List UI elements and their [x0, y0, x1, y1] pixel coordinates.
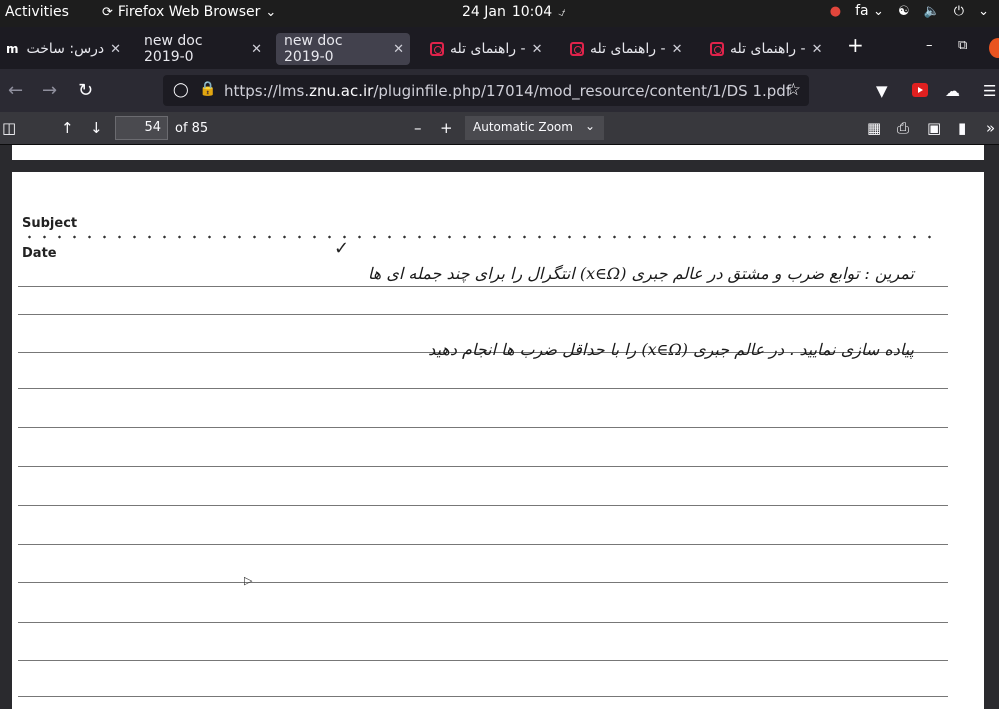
sidebar-toggle-icon[interactable]: ◫ [2, 119, 16, 137]
network-icon[interactable]: ☯ [898, 5, 910, 18]
chevron-down-icon: ⌄ [265, 4, 277, 20]
bookmark-star-icon[interactable]: ☆ [786, 80, 801, 100]
chevron-down-icon[interactable]: ⌄ [978, 5, 989, 18]
ruled-line [18, 314, 948, 315]
gnome-top-bar: Activities ⟳ Firefox Web Browser ⌄ 24 Ja… [0, 0, 999, 27]
power-icon[interactable]: ⏻ [954, 5, 964, 18]
zoom-value: Automatic Zoom [473, 120, 573, 134]
tab-title: راهنمای تله - [730, 41, 806, 57]
clock[interactable]: 24 Jan 10:04 ⍻ [462, 4, 565, 20]
tab-guide-1[interactable]: راهنمای تله - ✕ [418, 33, 550, 65]
ruled-line [18, 696, 948, 697]
bookmark-icon[interactable]: ▮ [958, 119, 966, 137]
chevron-down-icon: ⌄ [873, 4, 884, 19]
minimize-window-icon[interactable]: – [926, 38, 933, 53]
dotted-rule [22, 235, 942, 239]
save-icon[interactable]: ▣ [927, 119, 941, 137]
handwritten-line-2: پیاده سازی نمایید . در عالم جبری (x∈Ω) ر… [428, 340, 914, 359]
forward-arrow-icon[interactable]: → [42, 80, 57, 101]
tab-title: راهنمای تله - [590, 41, 666, 57]
tab-guide-3[interactable]: راهنمای تله - ✕ [698, 33, 830, 65]
url-domain: znu.ac.ir [309, 82, 374, 100]
handwritten-line-1: تمرین : توابع ضرب و مشتق در عالم جبری (x… [367, 264, 914, 283]
tab-title: new doc 2019-0 [284, 33, 343, 65]
page-count-label: of 85 [175, 121, 209, 136]
url-path: /pluginfile.php/17014/mod_resource/conte… [373, 82, 792, 100]
tab-new-doc-1[interactable]: new doc 2019-0 ✕ [136, 33, 268, 65]
app-icon [430, 42, 444, 56]
chevron-down-icon: ⌄ [584, 119, 595, 133]
chrome-icon[interactable]: ● [830, 5, 841, 18]
ruled-line [18, 622, 948, 623]
pdf-toolbar: ◫ ↑ ↓ 54 of 85 – + Automatic Zoom ⌄ ▦ ⎙ … [0, 112, 999, 145]
page-number-input[interactable]: 54 [115, 116, 168, 140]
moodle-icon: m [6, 42, 19, 56]
close-tab-icon[interactable]: ✕ [251, 42, 262, 57]
alarm-bell-icon: ⍻ [558, 4, 566, 20]
url-bar[interactable]: ◯ 🔒 https://lms.znu.ac.ir/pluginfile.php… [163, 75, 809, 106]
firefox-icon: ⟳ [102, 4, 113, 20]
ruled-line [18, 660, 948, 661]
keyboard-layout-label: fa [855, 3, 869, 19]
tab-guide-2[interactable]: راهنمای تله - ✕ [558, 33, 690, 65]
ruled-line [18, 544, 948, 545]
close-tab-icon[interactable]: ✕ [672, 42, 683, 57]
app-icon [570, 42, 584, 56]
activities-button[interactable]: Activities [5, 4, 69, 20]
check-mark: ✓ [334, 238, 350, 259]
ruled-line [18, 388, 948, 389]
close-tab-icon[interactable]: ✕ [110, 42, 121, 57]
back-arrow-icon[interactable]: ← [8, 80, 23, 101]
zoom-in-icon[interactable]: + [440, 119, 453, 137]
zoom-out-icon[interactable]: – [414, 119, 422, 137]
hamburger-menu-icon[interactable]: ☰ [983, 82, 996, 100]
youtube-extension-icon[interactable] [912, 83, 928, 97]
date: 24 Jan [462, 4, 506, 20]
maximize-window-icon[interactable]: ⧉ [958, 38, 967, 53]
keyboard-layout[interactable]: fa ⌄ [855, 3, 884, 19]
system-tray[interactable]: ● fa ⌄ ☯ 🔈 ⏻ ⌄ [830, 3, 989, 19]
url-text[interactable]: https://lms.znu.ac.ir/pluginfile.php/170… [224, 82, 791, 100]
volume-icon[interactable]: 🔈 [924, 5, 940, 18]
mouse-cursor-icon: ▷ [244, 574, 253, 587]
previous-page-icon[interactable]: ↑ [61, 119, 74, 137]
pdf-page: Subject Date ✓ تمرین : توابع ضرب و مشتق … [12, 172, 984, 709]
tab-moodle-course[interactable]: m درس: ساخت ✕ [0, 33, 128, 65]
tab-title: new doc 2019-0 [144, 33, 203, 65]
tracking-shield-icon[interactable]: ◯ [173, 82, 189, 98]
navigation-toolbar: ← → ↻ ◯ 🔒 https://lms.znu.ac.ir/pluginfi… [0, 69, 999, 112]
tab-title: راهنمای تله - [450, 41, 526, 57]
presentation-mode-icon[interactable]: ▦ [867, 119, 881, 137]
ruled-line [18, 427, 948, 428]
tab-new-doc-active[interactable]: new doc 2019-0 ✕ [276, 33, 410, 65]
next-page-icon[interactable]: ↓ [90, 119, 103, 137]
time: 10:04 [511, 4, 553, 20]
reload-icon[interactable]: ↻ [78, 80, 93, 101]
extensions-icon[interactable]: ☁ [945, 82, 960, 100]
tools-chevron-icon[interactable]: » [986, 119, 995, 137]
close-tab-icon[interactable]: ✕ [393, 42, 404, 57]
close-tab-icon[interactable]: ✕ [812, 42, 823, 57]
app-menu[interactable]: ⟳ Firefox Web Browser ⌄ [102, 4, 276, 20]
url-prefix: https://lms. [224, 82, 310, 100]
ruled-line [18, 582, 948, 583]
zoom-select[interactable]: Automatic Zoom ⌄ [465, 116, 604, 140]
app-name: Firefox Web Browser [117, 4, 261, 20]
subject-label: Subject [22, 216, 78, 231]
lock-icon[interactable]: 🔒 [199, 81, 216, 97]
previous-page-bottom [12, 145, 984, 160]
ruled-line [18, 466, 948, 467]
close-tab-icon[interactable]: ✕ [532, 42, 543, 57]
ruled-line [18, 505, 948, 506]
print-icon[interactable]: ⎙ [897, 119, 909, 137]
app-icon [710, 42, 724, 56]
new-tab-button[interactable]: + [847, 33, 864, 57]
ruled-line [18, 286, 948, 287]
pocket-icon[interactable]: ▼ [876, 82, 888, 100]
tab-title: درس: ساخت [26, 41, 105, 57]
date-label: Date [22, 246, 57, 261]
